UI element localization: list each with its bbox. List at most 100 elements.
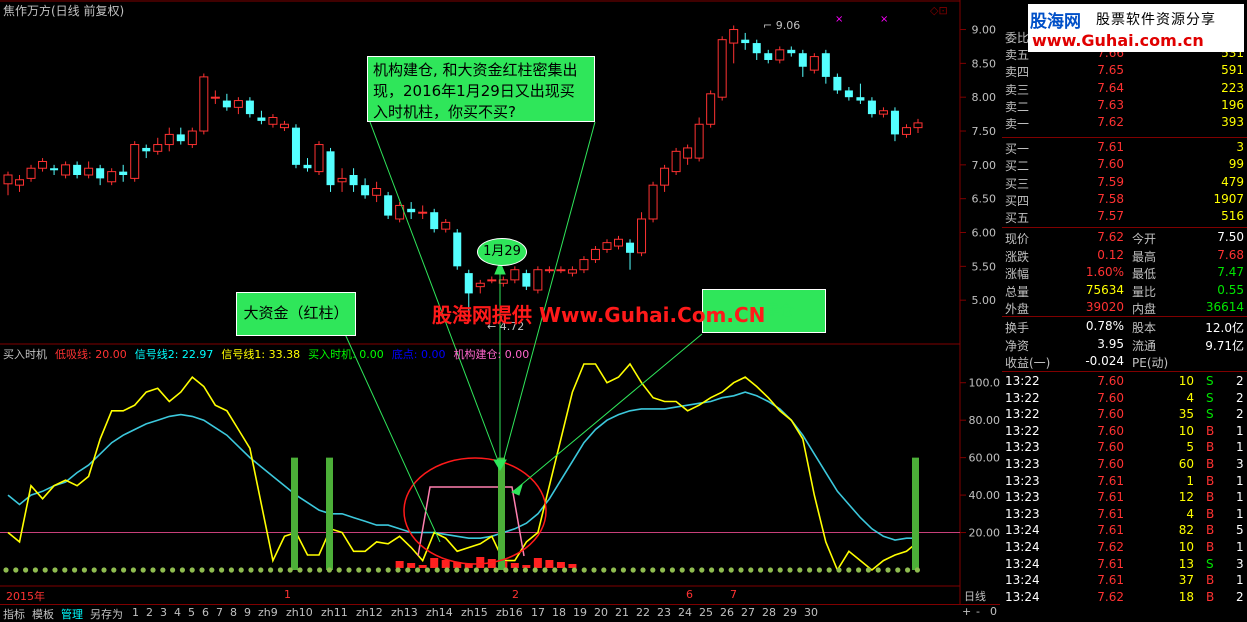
zero-dot	[856, 567, 862, 573]
candle-body	[533, 269, 543, 291]
tab-2[interactable]: 2	[146, 606, 153, 619]
legend-item: 信号线1: 33.38	[221, 348, 301, 361]
bid-row[interactable]: 买五 7.57 516	[1002, 208, 1247, 225]
candle-body	[164, 133, 174, 146]
candle-body	[418, 211, 428, 214]
red-bar	[395, 561, 404, 568]
tab-28[interactable]: 28	[762, 606, 776, 619]
tab-18[interactable]: 18	[552, 606, 566, 619]
zero-dot	[660, 567, 666, 573]
tab-另存为[interactable]: 另存为	[90, 606, 123, 622]
candle-body	[752, 43, 761, 54]
window-controls-icon[interactable]: ◇⊡	[930, 4, 948, 17]
tab-8[interactable]: 8	[230, 606, 237, 619]
zero-dot	[356, 567, 362, 573]
zero-dot	[13, 567, 19, 573]
bid-row[interactable]: 买三 7.59 479	[1002, 174, 1247, 191]
ask-row[interactable]: 卖二 7.63 196	[1002, 97, 1247, 114]
ask-row[interactable]: 卖一 7.62 393	[1002, 114, 1247, 131]
ask-row[interactable]: 卖三 7.64 223	[1002, 80, 1247, 97]
tab-zh14[interactable]: zh14	[426, 606, 453, 619]
tick-row: 13:23 7.60 60 B 3	[1005, 457, 1244, 471]
date-axis-label: 7	[730, 588, 737, 601]
tab-1[interactable]: 1	[132, 606, 139, 619]
zero-dot	[709, 567, 715, 573]
tab-3[interactable]: 3	[160, 606, 167, 619]
bid-row[interactable]: 买一 7.61 3	[1002, 139, 1247, 156]
candle-body	[913, 122, 923, 129]
tab-21[interactable]: 21	[615, 606, 629, 619]
zero-dot	[219, 567, 225, 573]
fundamental-row[interactable]: 收益(一) -0.024 PE(动)	[1002, 353, 1247, 370]
tab-zh12[interactable]: zh12	[356, 606, 383, 619]
zero-dot	[728, 567, 734, 573]
tab-指标[interactable]: 指标	[3, 606, 25, 622]
tab-zh13[interactable]: zh13	[391, 606, 418, 619]
chart-area[interactable]: × × 100.0 80.00 60.00 40.00 20.00 9.00 8.50 8.0…	[0, 0, 1000, 604]
tab-7[interactable]: 7	[216, 606, 223, 619]
fundamental-row[interactable]: 净资 3.95 流通 9.71亿	[1002, 336, 1247, 353]
tab-4[interactable]: 4	[174, 606, 181, 619]
zero-dot	[375, 567, 381, 573]
tab-模板[interactable]: 模板	[32, 606, 54, 622]
period-label[interactable]: 日线	[964, 588, 986, 604]
candle-body	[626, 242, 635, 253]
signal1-line	[7, 362, 919, 572]
stat-row[interactable]: 总量 75634 量比 0.55	[1002, 282, 1247, 299]
tab-25[interactable]: 25	[699, 606, 713, 619]
candle-body	[706, 93, 716, 125]
stat-row[interactable]: 外盘 39020 内盘 36614	[1002, 299, 1247, 316]
candle-body	[142, 147, 151, 152]
zero-dot	[797, 567, 803, 573]
zoom-out-button[interactable]: -	[976, 605, 980, 618]
red-bar	[522, 565, 531, 568]
tab-26[interactable]: 26	[720, 606, 734, 619]
tab-23[interactable]: 23	[657, 606, 671, 619]
tab-6[interactable]: 6	[202, 606, 209, 619]
tab-zh15[interactable]: zh15	[461, 606, 488, 619]
fundamental-row[interactable]: 换手 0.78% 股本 12.0亿	[1002, 318, 1247, 335]
tab-27[interactable]: 27	[741, 606, 755, 619]
bid-row[interactable]: 买二 7.60 99	[1002, 156, 1247, 173]
stat-row[interactable]: 涨幅 1.60% 最低 7.47	[1002, 264, 1247, 281]
zero-dot	[238, 567, 244, 573]
bid-row[interactable]: 买四 7.58 1907	[1002, 191, 1247, 208]
zero-dot	[228, 567, 234, 573]
tab-zh10[interactable]: zh10	[286, 606, 313, 619]
candle-body	[61, 164, 71, 176]
tab-zh11[interactable]: zh11	[321, 606, 348, 619]
zero-dot	[493, 567, 499, 573]
tab-zb16[interactable]: zb16	[496, 606, 523, 619]
tab-20[interactable]: 20	[594, 606, 608, 619]
tab-管理[interactable]: 管理	[61, 606, 83, 622]
stat-row[interactable]: 涨跌 0.12 最高 7.68	[1002, 247, 1247, 264]
zero-dot	[91, 567, 97, 573]
indicator-legend: 买入时机 低吸线: 20.00 信号线2: 22.97 信号线1: 33.38 买入时机…	[3, 346, 537, 362]
candle-body	[544, 269, 554, 272]
tab-5[interactable]: 5	[188, 606, 195, 619]
candle-body	[107, 171, 117, 183]
tab-17[interactable]: 17	[531, 606, 545, 619]
zero-dot	[179, 567, 185, 573]
zoom-in-button[interactable]: +	[962, 605, 971, 618]
zero-dot	[777, 567, 783, 573]
tab-22[interactable]: 22	[636, 606, 650, 619]
tab-24[interactable]: 24	[678, 606, 692, 619]
candle-body	[303, 164, 312, 169]
zero-dot	[542, 567, 548, 573]
tab-19[interactable]: 19	[573, 606, 587, 619]
candle-body	[464, 273, 473, 294]
zoom-reset-button[interactable]: 0	[990, 605, 997, 618]
tab-9[interactable]: 9	[244, 606, 251, 619]
ask-row[interactable]: 卖四 7.65 591	[1002, 62, 1247, 79]
tab-zh9[interactable]: zh9	[258, 606, 278, 619]
candle-body	[361, 185, 370, 196]
tab-29[interactable]: 29	[783, 606, 797, 619]
candle-body	[326, 151, 335, 186]
candle-body	[372, 188, 382, 196]
tab-30[interactable]: 30	[804, 606, 818, 619]
zero-dot	[581, 567, 587, 573]
stat-row[interactable]: 现价 7.62 今开 7.50	[1002, 229, 1247, 246]
tick-row: 13:22 7.60 10 S 2	[1005, 374, 1244, 388]
candle-body	[245, 100, 254, 115]
